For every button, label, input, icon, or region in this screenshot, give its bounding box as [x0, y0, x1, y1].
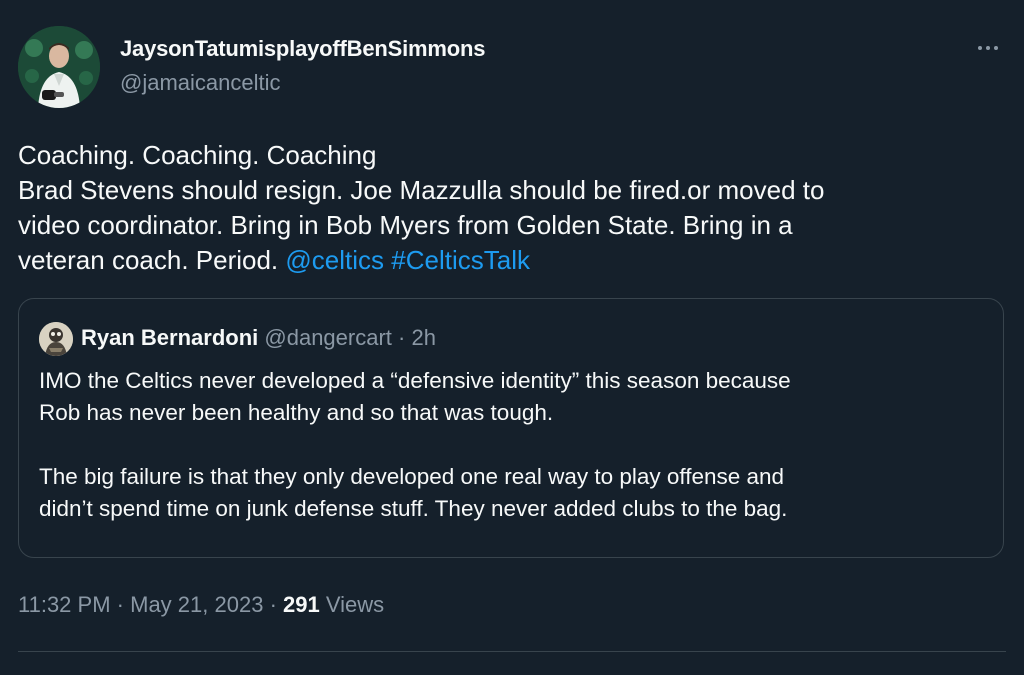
quoted-text-line: didn’t spend time on junk defense stuff.… — [39, 496, 788, 521]
more-options-button[interactable] — [970, 36, 1006, 60]
quoted-author-avatar[interactable] — [39, 322, 73, 356]
avatar-photo-icon — [18, 26, 100, 108]
divider — [18, 651, 1006, 652]
tweet-time[interactable]: 11:32 PM — [18, 592, 111, 617]
quoted-author-handle[interactable]: @dangercart — [264, 325, 392, 350]
footer-separator: · — [116, 592, 124, 617]
quoted-tweet-header: Ryan Bernardoni @dangercart · 2h — [81, 325, 436, 351]
mention-link[interactable]: @celtics — [285, 245, 384, 275]
tweet-text-last-line: veteran coach. Period. @celtics #Celtics… — [18, 243, 1008, 278]
author-handle[interactable]: @jamaicanceltic — [120, 70, 281, 96]
quoted-text-line: Rob has never been healthy and so that w… — [39, 400, 554, 425]
quoted-tweet[interactable]: Ryan Bernardoni @dangercart · 2h IMO the… — [18, 298, 1004, 558]
quoted-separator: · — [398, 325, 406, 350]
quoted-author-name[interactable]: Ryan Bernardoni — [81, 325, 258, 350]
tweet: JaysonTatumisplayoffBenSimmons @jamaican… — [0, 0, 1024, 675]
views-label: Views — [325, 592, 385, 617]
author-name[interactable]: JaysonTatumisplayoffBenSimmons — [120, 36, 485, 62]
footer-separator: · — [269, 592, 277, 617]
quoted-text-line: IMO the Celtics never developed a “defen… — [39, 368, 791, 393]
author-avatar[interactable] — [18, 26, 100, 108]
quoted-avatar-photo-icon — [39, 322, 73, 356]
tweet-text: Coaching. Coaching. Coaching Brad Steven… — [18, 138, 1008, 278]
more-dot-icon — [994, 46, 998, 50]
tweet-date[interactable]: May 21, 2023 — [130, 592, 263, 617]
tweet-text-line: Coaching. Coaching. Coaching — [18, 140, 377, 170]
tweet-text-line: veteran coach. Period. — [18, 245, 279, 275]
tweet-text-line: Brad Stevens should resign. Joe Mazzulla… — [18, 175, 825, 205]
tweet-footer: 11:32 PM · May 21, 2023 · 291 Views — [18, 592, 384, 618]
quoted-text-line: The big failure is that they only develo… — [39, 464, 785, 489]
more-dot-icon — [978, 46, 982, 50]
hashtag-link[interactable]: #CelticsTalk — [391, 245, 530, 275]
more-dot-icon — [986, 46, 990, 50]
quoted-timestamp[interactable]: 2h — [411, 325, 435, 350]
quoted-tweet-text: IMO the Celtics never developed a “defen… — [39, 365, 989, 525]
views-count: 291 — [283, 592, 320, 617]
tweet-text-line: video coordinator. Bring in Bob Myers fr… — [18, 210, 793, 240]
